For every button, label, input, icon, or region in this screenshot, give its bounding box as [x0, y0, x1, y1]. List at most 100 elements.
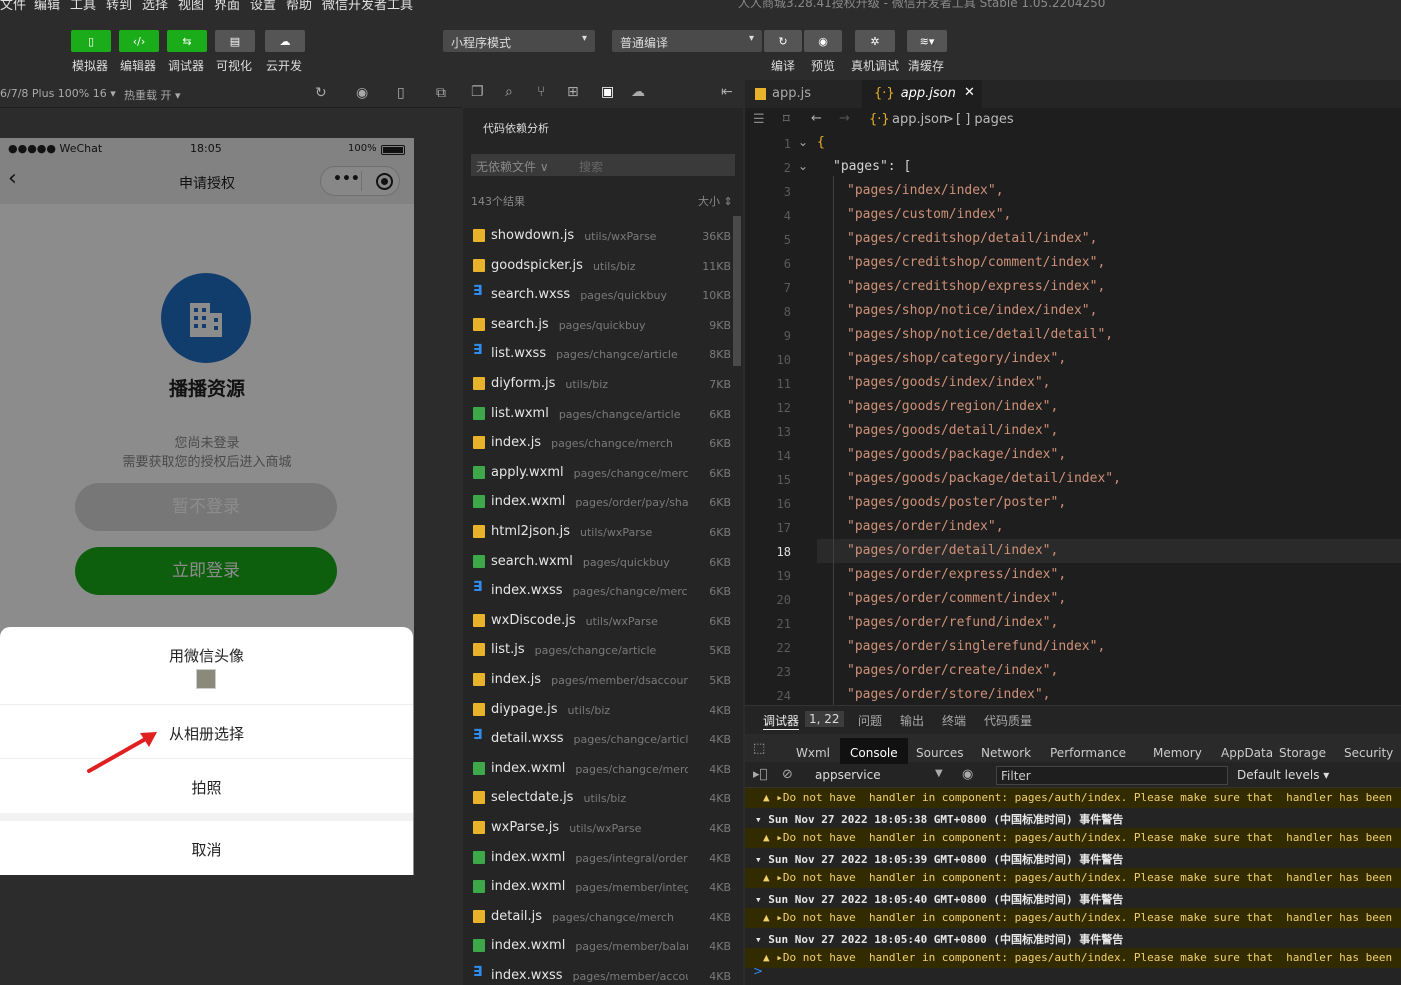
file-row[interactable]: list.wxml pages/changce/article 6KB — [463, 399, 733, 428]
devtools-tab-wxml[interactable]: Wxml — [786, 738, 840, 764]
devtools-tab-console[interactable]: Console — [840, 738, 908, 764]
dependency-filter-select[interactable]: 无依赖文件 ∨ — [476, 158, 549, 175]
sidebar-toggle-icon[interactable]: ▸⃞ — [753, 767, 767, 782]
devtools-tab-sources[interactable]: Sources — [906, 738, 973, 764]
devtools-tab-security[interactable]: Security — [1334, 738, 1401, 764]
devtools-tab-performance[interactable]: Performance — [1040, 738, 1136, 764]
visual-toggle-button[interactable]: ▤ — [215, 30, 255, 52]
file-row[interactable]: list.js pages/changce/article 5KB — [463, 635, 733, 664]
file-row[interactable]: ∃ index.wxss pages/member/accou... 4KB — [463, 961, 733, 985]
file-row[interactable]: ∃ index.wxss pages/changce/merch 6KB — [463, 576, 733, 605]
file-row[interactable]: index.wxml pages/member/integ... 4KB — [463, 872, 733, 901]
choose-from-album-option[interactable]: 从相册选择 — [0, 723, 413, 744]
menu-select[interactable]: 选择 — [142, 0, 168, 12]
fold-chevron-icon[interactable]: ⌄ — [798, 159, 808, 173]
clear-cache-button[interactable]: ≋▾ — [907, 30, 947, 52]
context-select[interactable]: appservice — [815, 768, 881, 782]
file-row[interactable]: index.wxml pages/changce/merch 4KB — [463, 754, 733, 783]
compile-mode-select[interactable]: 普通编译 — [612, 30, 762, 52]
menu-devtools[interactable]: 微信开发者工具 — [322, 0, 413, 12]
file-row[interactable]: diypage.js utils/biz 4KB — [463, 695, 733, 724]
console-group-header[interactable]: ▾ Sun Nov 27 2022 18:05:40 GMT+0800 (中国标… — [745, 928, 1401, 948]
reload-icon[interactable]: ↻ — [315, 85, 327, 101]
menu-help[interactable]: 帮助 — [286, 0, 312, 12]
remote-debug-button[interactable]: ✲ — [855, 30, 895, 52]
breadcrumb-file[interactable]: app.json — [892, 112, 947, 127]
file-row[interactable]: ∃ search.wxss pages/quickbuy 10KB — [463, 280, 733, 309]
file-row[interactable]: html2json.js utils/wxParse 6KB — [463, 517, 733, 546]
console-filter-input[interactable]: Filter — [996, 766, 1228, 785]
scrollbar-thumb[interactable] — [733, 216, 741, 366]
use-wechat-avatar-option[interactable]: 用微信头像 — [0, 645, 413, 666]
console-group-header[interactable]: ▾ Sun Nov 27 2022 18:05:40 GMT+0800 (中国标… — [745, 888, 1401, 908]
console-warning[interactable]: ▲ ▸Do not have handler in component: pag… — [745, 948, 1401, 968]
menu-view[interactable]: 视图 — [178, 0, 204, 12]
tab-app-js[interactable]: app.js — [745, 80, 860, 108]
devtools-tab-memory[interactable]: Memory — [1143, 738, 1212, 764]
tab-code-quality[interactable]: 代码质量 — [984, 712, 1032, 729]
file-search-input[interactable]: 搜索 — [579, 158, 603, 175]
mode-select[interactable]: 小程序模式 — [443, 30, 595, 52]
menu-edit[interactable]: 编辑 — [34, 0, 60, 12]
file-row[interactable]: ∃ detail.wxss pages/changce/article 4KB — [463, 724, 733, 753]
device-select[interactable]: 6/7/8 Plus 100% 16 ▾ — [0, 87, 116, 100]
popout-icon[interactable]: ⧉ — [436, 85, 446, 101]
file-row[interactable]: goodspicker.js utils/biz 11KB — [463, 251, 733, 280]
hot-reload-toggle[interactable]: 热重载 开 ▾ — [124, 87, 181, 103]
explorer-icon[interactable]: ❐ — [471, 84, 484, 100]
clear-console-icon[interactable]: ⊘ — [782, 767, 793, 782]
inspect-icon[interactable]: ⬚ — [753, 741, 765, 756]
close-tab-icon[interactable]: ✕ — [964, 85, 975, 100]
device-icon[interactable]: ▯ — [397, 85, 405, 101]
tab-terminal[interactable]: 终端 — [942, 712, 966, 729]
console-prompt[interactable]: > — [753, 964, 763, 978]
menu-tools[interactable]: 工具 — [70, 0, 96, 12]
menu-file[interactable]: 文件 — [0, 0, 26, 12]
take-photo-option[interactable]: 拍照 — [0, 777, 413, 798]
menu-interface[interactable]: 界面 — [214, 0, 240, 12]
menu-settings[interactable]: 设置 — [250, 0, 276, 12]
simulator-toggle-button[interactable]: ▯ — [71, 30, 111, 52]
file-row[interactable]: wxParse.js utils/wxParse 4KB — [463, 813, 733, 842]
preview-button[interactable]: ◉ — [804, 30, 842, 52]
dependency-icon[interactable]: ▣ — [601, 84, 614, 100]
log-levels-select[interactable]: Default levels ▾ — [1237, 768, 1329, 782]
console-group-header[interactable]: ▾ Sun Nov 27 2022 18:05:39 GMT+0800 (中国标… — [745, 848, 1401, 868]
console-warning[interactable]: ▲ ▸Do not have handler in component: pag… — [745, 908, 1401, 928]
collapse-icon[interactable]: ⇤ — [721, 84, 733, 100]
tab-app-json[interactable]: {·} app.json ✕ — [862, 80, 982, 108]
console-warning[interactable]: ▲ ▸Do not have handler in component: pag… — [745, 868, 1401, 888]
fold-chevron-icon[interactable]: ⌄ — [798, 135, 808, 149]
file-row[interactable]: ∃ list.wxss pages/changce/article 8KB — [463, 339, 733, 368]
breadcrumb-node[interactable]: [ ] pages — [956, 112, 1014, 127]
menu-goto[interactable]: 转到 — [106, 0, 132, 12]
cancel-option[interactable]: 取消 — [0, 839, 413, 860]
record-icon[interactable]: ◉ — [356, 85, 368, 101]
back-arrow-icon[interactable]: ← — [811, 111, 822, 126]
file-row[interactable]: apply.wxml pages/changce/merch 6KB — [463, 458, 733, 487]
file-row[interactable]: index.wxml pages/order/pay/shar... 6KB — [463, 487, 733, 516]
eye-icon[interactable]: ◉ — [962, 767, 973, 782]
console-group-header[interactable]: ▾ Sun Nov 27 2022 18:05:38 GMT+0800 (中国标… — [745, 808, 1401, 828]
tab-output[interactable]: 输出 — [900, 712, 924, 729]
file-row[interactable]: search.js pages/quickbuy 9KB — [463, 310, 733, 339]
tab-debugger[interactable]: 调试器 — [763, 712, 800, 730]
file-row[interactable]: showdown.js utils/wxParse 36KB — [463, 221, 733, 250]
sort-by-size[interactable]: 大小 ⇕ — [698, 193, 733, 209]
file-row[interactable]: selectdate.js utils/biz 4KB — [463, 783, 733, 812]
file-row[interactable]: index.js pages/member/dsaccounts 5KB — [463, 665, 733, 694]
search-icon[interactable]: ⌕ — [505, 84, 513, 100]
file-row[interactable]: index.wxml pages/integral/order/... 4KB — [463, 843, 733, 872]
console-warning[interactable]: ▲ ▸Do not have handler in component: pag… — [745, 828, 1401, 848]
file-row[interactable]: index.wxml pages/member/balan... 4KB — [463, 931, 733, 960]
file-row[interactable]: detail.js pages/changce/merch 4KB — [463, 902, 733, 931]
tab-problems[interactable]: 问题 — [858, 712, 882, 729]
file-row[interactable]: search.wxml pages/quickbuy 6KB — [463, 547, 733, 576]
outline-icon[interactable]: ☰ — [753, 112, 765, 127]
editor-toggle-button[interactable]: ‹/› — [119, 30, 159, 52]
file-row[interactable]: index.js pages/changce/merch 6KB — [463, 428, 733, 457]
devtools-tab-storage[interactable]: Storage — [1269, 738, 1336, 764]
compile-button[interactable]: ↻ — [764, 30, 802, 52]
file-row[interactable]: wxDiscode.js utils/wxParse 6KB — [463, 606, 733, 635]
console-warning[interactable]: ▲ ▸Do not have handler in component: pag… — [745, 788, 1401, 808]
